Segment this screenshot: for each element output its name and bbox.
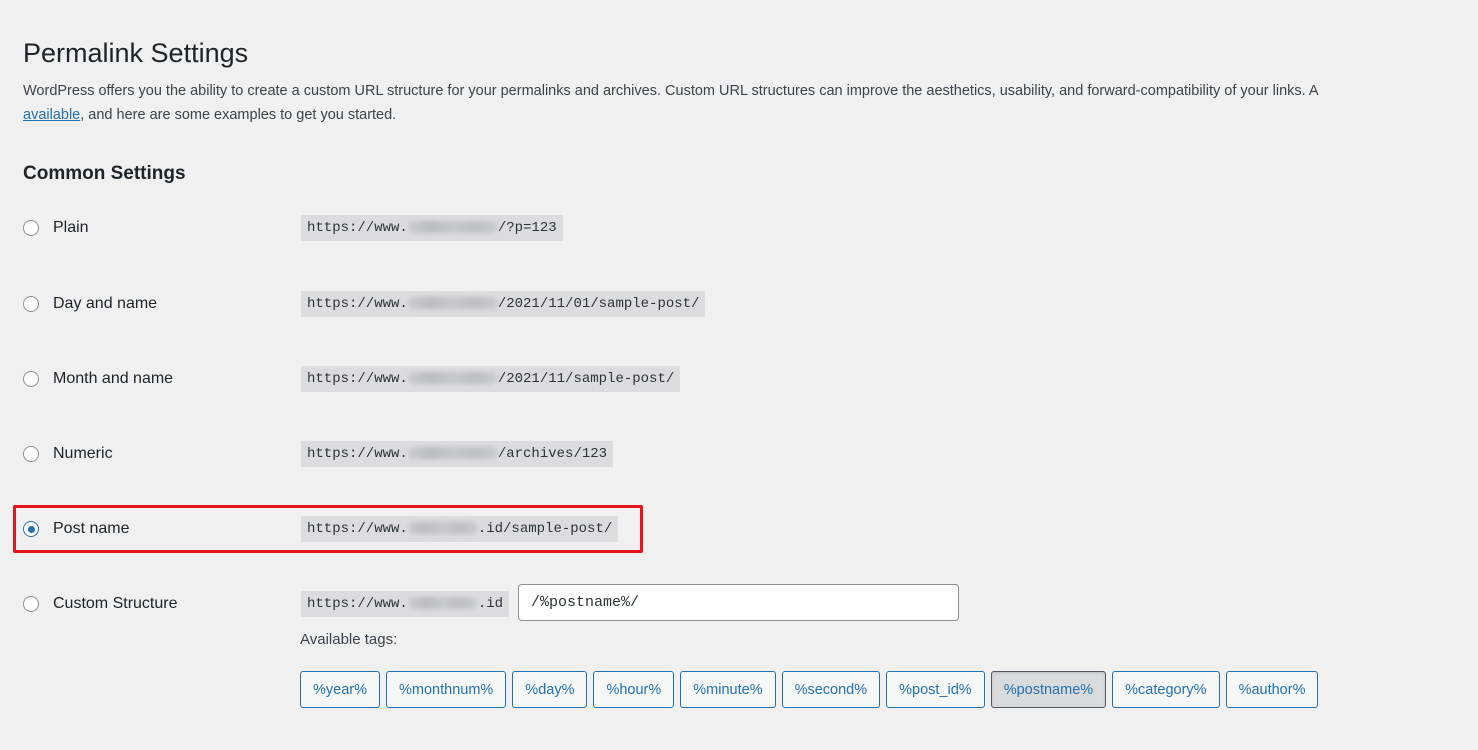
section-title-common-settings: Common Settings xyxy=(23,162,186,184)
available-tags-list: %year% %monthnum% %day% %hour% %minute% … xyxy=(300,671,1319,708)
url-suffix: .id xyxy=(477,596,504,612)
option-label-custom-structure[interactable]: Custom Structure xyxy=(53,595,177,613)
tag-button-hour[interactable]: %hour% xyxy=(593,671,675,708)
example-url-custom-structure: https://www. .id xyxy=(301,591,510,617)
tag-button-postname[interactable]: %postname% xyxy=(990,671,1107,708)
redacted-domain xyxy=(407,297,498,310)
option-label-day-and-name[interactable]: Day and name xyxy=(53,295,157,313)
intro-line-2-text: , and here are some examples to get you … xyxy=(80,107,397,123)
intro-line-1: WordPress offers you the ability to crea… xyxy=(23,83,1319,99)
option-label-numeric[interactable]: Numeric xyxy=(53,445,113,463)
tag-button-day[interactable]: %day% xyxy=(512,671,588,708)
option-row-post-name: Post name https://www. .id/sample-post/ xyxy=(23,516,923,544)
example-url-numeric: https://www. /archives/123 xyxy=(301,441,614,467)
example-url-post-name: https://www. .id/sample-post/ xyxy=(301,516,619,542)
radio-post-name[interactable] xyxy=(23,521,39,537)
url-prefix: https://www. xyxy=(307,371,408,387)
url-suffix: /?p=123 xyxy=(497,220,557,236)
url-prefix: https://www. xyxy=(307,220,408,236)
example-url-day-and-name: https://www. /2021/11/01/sample-post/ xyxy=(301,291,706,317)
tag-button-category[interactable]: %category% xyxy=(1112,671,1220,708)
url-prefix: https://www. xyxy=(307,596,408,612)
intro-text: WordPress offers you the ability to crea… xyxy=(23,79,1478,127)
url-prefix: https://www. xyxy=(307,521,408,537)
option-row-plain: Plain https://www. /?p=123 xyxy=(23,215,923,243)
tag-button-minute[interactable]: %minute% xyxy=(680,671,776,708)
tag-button-post-id[interactable]: %post_id% xyxy=(886,671,985,708)
example-url-plain: https://www. /?p=123 xyxy=(301,215,563,241)
redacted-domain xyxy=(407,221,498,234)
url-prefix: https://www. xyxy=(307,446,408,462)
radio-numeric[interactable] xyxy=(23,446,39,462)
option-row-day-and-name: Day and name https://www. /2021/11/01/sam… xyxy=(23,291,923,319)
available-link[interactable]: available xyxy=(23,107,80,123)
available-tags-label: Available tags: xyxy=(300,631,398,648)
url-prefix: https://www. xyxy=(307,296,408,312)
redacted-domain xyxy=(407,522,478,535)
redacted-domain xyxy=(407,372,498,385)
tag-button-second[interactable]: %second% xyxy=(781,671,881,708)
option-row-month-and-name: Month and name https://www. /2021/11/samp… xyxy=(23,366,923,394)
example-url-month-and-name: https://www. /2021/11/sample-post/ xyxy=(301,366,681,392)
url-suffix: /archives/123 xyxy=(497,446,608,462)
intro-line-2: available, and here are some examples to… xyxy=(23,103,1478,127)
url-suffix: /2021/11/01/sample-post/ xyxy=(497,296,700,312)
tag-button-author[interactable]: %author% xyxy=(1225,671,1319,708)
radio-day-and-name[interactable] xyxy=(23,296,39,312)
radio-custom-structure[interactable] xyxy=(23,596,39,612)
tag-button-year[interactable]: %year% xyxy=(300,671,380,708)
url-suffix: /2021/11/sample-post/ xyxy=(497,371,675,387)
radio-plain[interactable] xyxy=(23,220,39,236)
redacted-domain xyxy=(407,597,478,610)
page-title: Permalink Settings xyxy=(23,38,249,69)
option-label-month-and-name[interactable]: Month and name xyxy=(53,370,173,388)
option-label-post-name[interactable]: Post name xyxy=(53,520,129,538)
redacted-domain xyxy=(407,447,498,460)
option-row-numeric: Numeric https://www. /archives/123 xyxy=(23,441,923,469)
radio-month-and-name[interactable] xyxy=(23,371,39,387)
tag-button-monthnum[interactable]: %monthnum% xyxy=(386,671,507,708)
option-label-plain[interactable]: Plain xyxy=(53,219,89,237)
url-suffix: .id/sample-post/ xyxy=(477,521,613,537)
custom-structure-input[interactable] xyxy=(518,584,959,621)
